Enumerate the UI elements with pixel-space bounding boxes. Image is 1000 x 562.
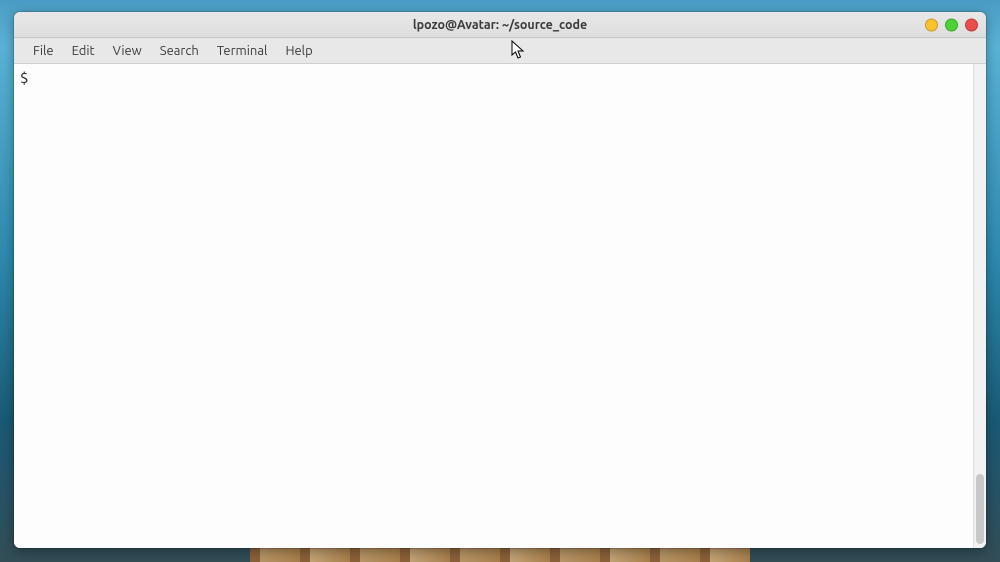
window-controls [925, 18, 978, 31]
terminal-window: lpozo@Avatar: ~/source_code File Edit Vi… [14, 12, 986, 548]
menu-terminal[interactable]: Terminal [208, 40, 277, 62]
menu-edit[interactable]: Edit [63, 40, 104, 62]
maximize-button[interactable] [945, 18, 958, 31]
titlebar[interactable]: lpozo@Avatar: ~/source_code [14, 12, 986, 38]
menubar: File Edit View Search Terminal Help [14, 38, 986, 64]
menu-search[interactable]: Search [151, 40, 208, 62]
minimize-button[interactable] [925, 18, 938, 31]
terminal-area[interactable]: $ [14, 64, 986, 548]
menu-help[interactable]: Help [276, 40, 321, 62]
scrollbar-track[interactable] [973, 64, 986, 548]
scrollbar-thumb[interactable] [976, 474, 984, 544]
menu-view[interactable]: View [104, 40, 151, 62]
terminal-content[interactable]: $ [14, 64, 973, 548]
close-button[interactable] [965, 18, 978, 31]
terminal-prompt: $ [20, 69, 28, 86]
window-title: lpozo@Avatar: ~/source_code [413, 18, 587, 32]
menu-file[interactable]: File [24, 40, 63, 62]
